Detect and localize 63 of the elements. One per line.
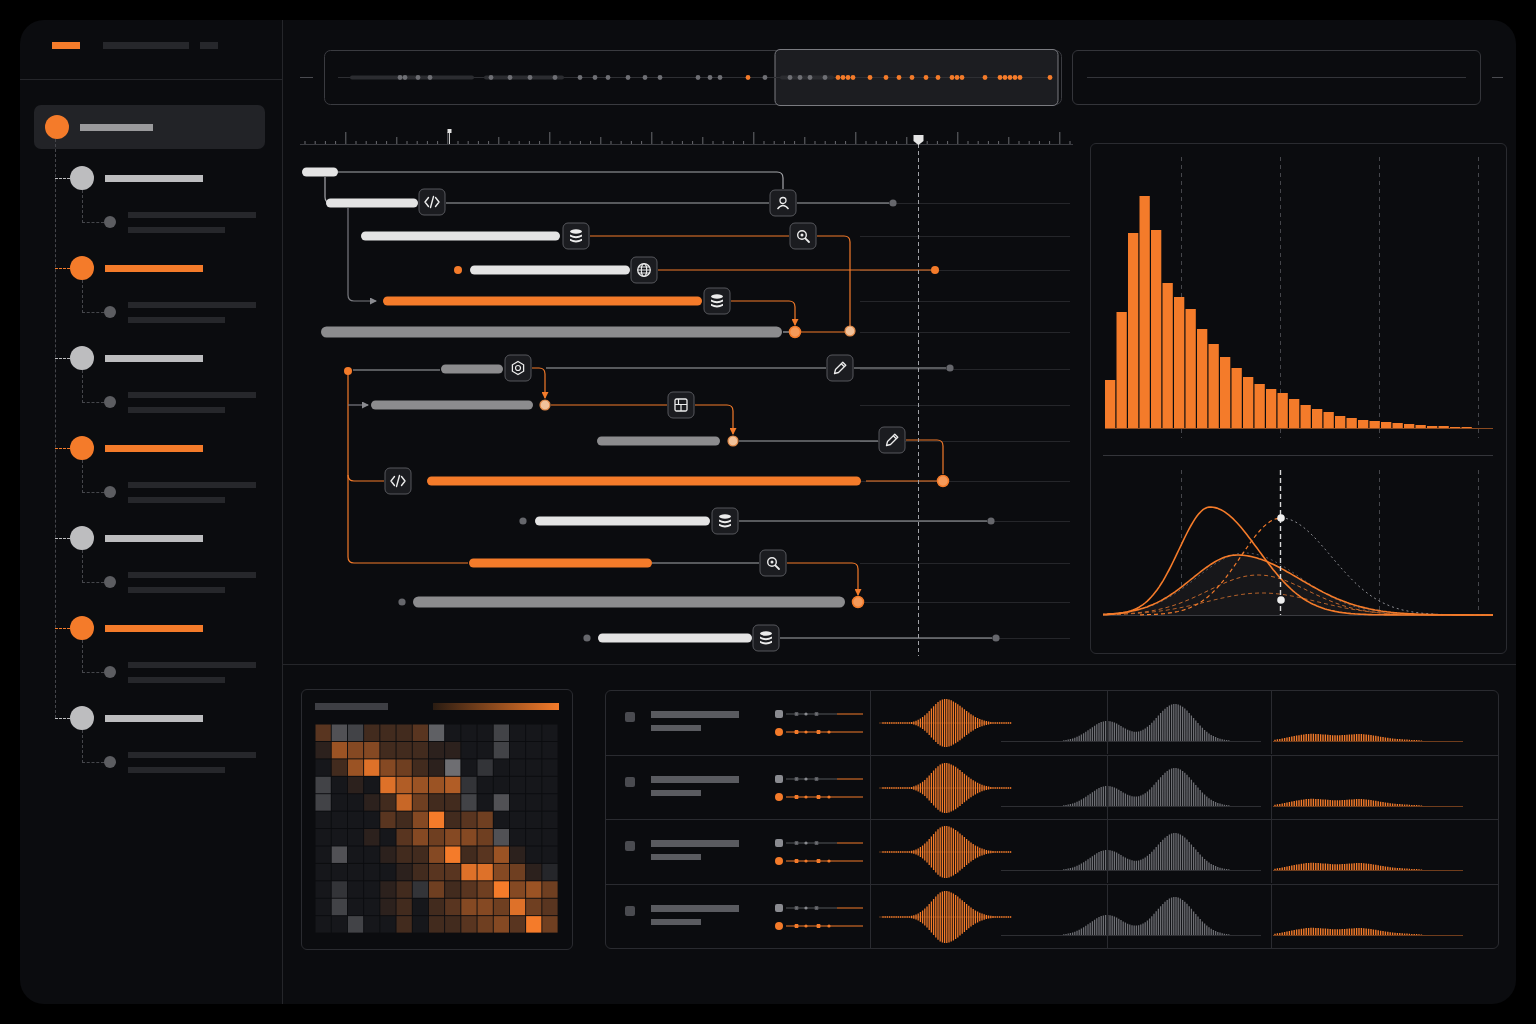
dot-icon xyxy=(454,266,462,274)
checkbox[interactable] xyxy=(625,905,635,916)
circle-marker-icon xyxy=(775,921,783,930)
connector-line xyxy=(905,439,944,475)
dot-icon xyxy=(788,325,802,339)
text-placeholder xyxy=(651,854,701,860)
checkbox[interactable] xyxy=(625,776,635,787)
code-icon[interactable] xyxy=(418,188,446,216)
circle-marker-icon xyxy=(775,792,783,801)
database-icon[interactable] xyxy=(703,287,731,315)
dot-icon xyxy=(992,634,1000,642)
dot-icon xyxy=(946,364,954,372)
search-icon[interactable] xyxy=(789,222,817,250)
checkbox[interactable] xyxy=(625,712,635,722)
marker-icon xyxy=(447,129,452,145)
dot-icon xyxy=(727,435,739,447)
square-marker-icon xyxy=(775,839,783,847)
dot-icon xyxy=(583,634,591,642)
node-dot-icon xyxy=(104,576,116,588)
square-marker-icon xyxy=(775,903,783,912)
database-icon[interactable] xyxy=(752,624,780,652)
checkbox[interactable] xyxy=(625,841,635,851)
square-marker-icon xyxy=(775,710,783,718)
grid-icon[interactable] xyxy=(667,391,695,419)
dot-icon xyxy=(398,598,406,606)
node-dot-icon xyxy=(104,306,116,318)
connector-line xyxy=(694,404,737,435)
node-dot-icon xyxy=(104,396,116,408)
person-icon[interactable] xyxy=(769,189,797,217)
dot-icon xyxy=(889,199,897,207)
dot-icon xyxy=(844,325,856,337)
dot-icon xyxy=(931,266,939,274)
dot-icon xyxy=(851,595,865,609)
connector-line xyxy=(800,331,847,333)
connector-line xyxy=(730,300,799,326)
code-icon[interactable] xyxy=(384,467,412,495)
connector-line xyxy=(782,331,790,333)
node-dot-icon xyxy=(104,666,116,678)
circle-marker-icon xyxy=(775,857,783,865)
playhead[interactable] xyxy=(913,135,924,657)
globe-icon[interactable] xyxy=(630,256,658,284)
text-placeholder xyxy=(651,789,701,796)
node-dot-icon xyxy=(104,486,116,498)
search-icon[interactable] xyxy=(759,549,787,577)
database-icon[interactable] xyxy=(562,222,590,250)
node-dot-icon xyxy=(104,756,116,768)
range-selector[interactable] xyxy=(774,49,1059,106)
dot-icon xyxy=(987,517,995,525)
dot-icon xyxy=(519,517,527,525)
tree-item[interactable] xyxy=(34,105,265,149)
dot-icon xyxy=(936,474,950,488)
pencil-icon[interactable] xyxy=(826,354,854,382)
dot-icon xyxy=(344,367,352,375)
circle-marker-icon xyxy=(775,728,783,736)
node-dot-icon xyxy=(104,216,116,228)
pencil-icon[interactable] xyxy=(878,426,906,454)
dot-icon xyxy=(539,399,551,411)
text-placeholder xyxy=(651,918,701,925)
square-marker-icon xyxy=(775,774,783,783)
text-placeholder xyxy=(651,725,701,731)
database-icon[interactable] xyxy=(711,507,739,535)
task-bar[interactable] xyxy=(302,167,338,177)
task-bar[interactable] xyxy=(326,198,418,208)
